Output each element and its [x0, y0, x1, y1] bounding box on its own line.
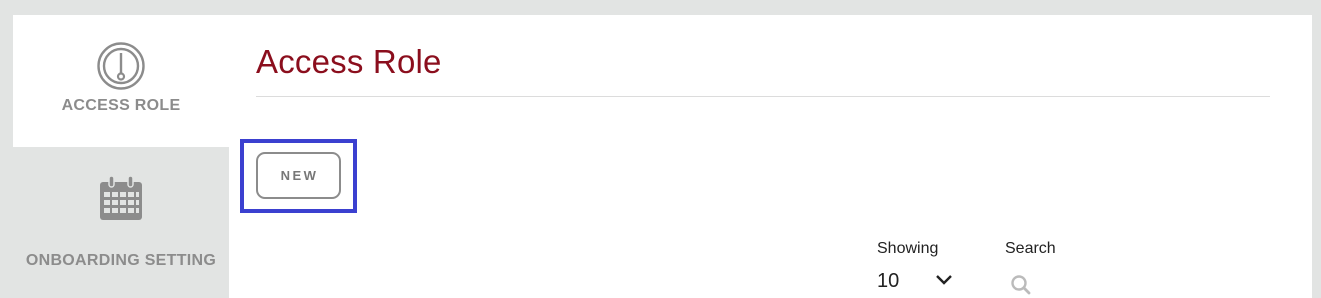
- new-button[interactable]: NEW: [256, 152, 341, 199]
- app-frame: ACCESS ROLE ONBOARDING SETTING Access Ro…: [13, 15, 1312, 298]
- sidebar: ACCESS ROLE ONBOARDING SETTING: [13, 15, 229, 298]
- sidebar-item-label: ACCESS ROLE: [61, 97, 181, 114]
- search-label: Search: [1005, 240, 1056, 257]
- showing-label: Showing: [877, 240, 939, 257]
- sidebar-item-access-role[interactable]: ACCESS ROLE: [13, 15, 229, 147]
- title-divider: [256, 96, 1270, 97]
- search-input[interactable]: [1005, 271, 1125, 298]
- chevron-down-icon: [936, 275, 952, 285]
- page-size-value: 10: [877, 269, 900, 292]
- gauge-icon: [97, 42, 145, 90]
- page-size-select[interactable]: 10: [877, 266, 957, 296]
- page-title: Access Role: [256, 43, 442, 80]
- calendar-icon: [100, 175, 142, 220]
- sidebar-item-label: ONBOARDING SETTING: [25, 252, 217, 269]
- search-icon: [1011, 275, 1031, 295]
- sidebar-item-onboarding-setting[interactable]: ONBOARDING SETTING: [13, 147, 229, 298]
